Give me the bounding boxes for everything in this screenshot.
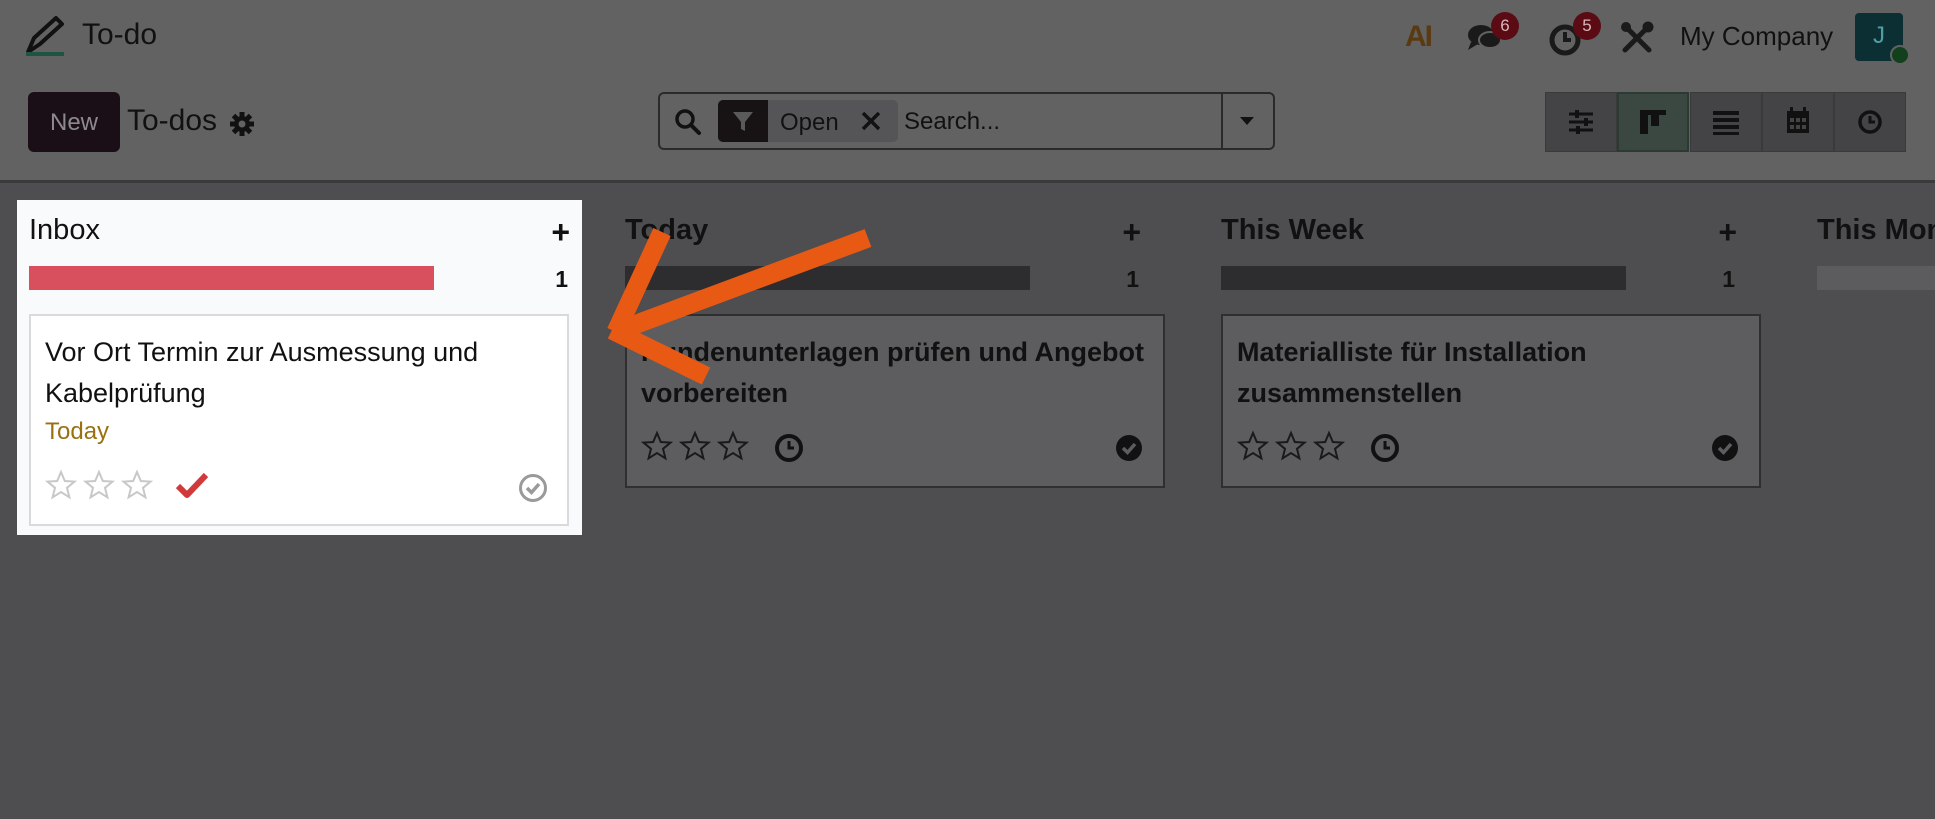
activity-view-button[interactable]: [1834, 92, 1906, 152]
column-title: This Week: [1221, 214, 1364, 246]
list-icon: [1713, 111, 1739, 135]
messages-button[interactable]: 6: [1465, 12, 1519, 58]
gear-icon[interactable]: [229, 111, 255, 137]
avatar-initial: J: [1873, 22, 1885, 49]
calendar-view-button[interactable]: [1762, 92, 1834, 152]
clock-icon[interactable]: [1369, 432, 1401, 464]
user-avatar[interactable]: J: [1855, 13, 1910, 65]
plus-icon[interactable]: +: [551, 214, 570, 251]
tools-button[interactable]: [1617, 18, 1657, 58]
check-icon[interactable]: [175, 469, 209, 501]
calendar-icon: [1787, 107, 1809, 133]
close-icon[interactable]: [858, 108, 884, 134]
filters-toggle-button[interactable]: [1545, 92, 1617, 152]
facet-filter: [718, 100, 768, 142]
kanban-card[interactable]: Vor Ort Termin zur Ausmessung und Kabelp…: [29, 314, 569, 526]
search-bar: Open: [658, 92, 1275, 150]
column-count: 1: [555, 266, 568, 292]
card-title: Materialliste für Installation zusammens…: [1237, 337, 1587, 408]
column-progress-bar[interactable]: [29, 266, 434, 290]
column-title: This Month: [1817, 214, 1935, 246]
messages-badge: 6: [1491, 12, 1519, 40]
tools-icon: [1621, 21, 1654, 53]
kanban-column-this-month: This Month: [1805, 200, 1935, 320]
top-navbar: To-do AI 6 5 My Company J: [0, 0, 1935, 76]
activities-button[interactable]: 5: [1547, 12, 1601, 58]
app-name: To-do: [82, 18, 158, 51]
star-icon[interactable]: [121, 469, 153, 501]
done-icon[interactable]: [1709, 432, 1741, 464]
caret-down-icon: [1240, 117, 1254, 125]
filter-icon: [733, 112, 753, 131]
clock-icon[interactable]: [773, 432, 805, 464]
settings-icon: [1569, 110, 1593, 134]
star-icon[interactable]: [1237, 430, 1269, 462]
card-deadline: Today: [45, 418, 110, 445]
done-icon[interactable]: [1113, 432, 1145, 464]
plus-icon[interactable]: +: [1718, 214, 1737, 251]
card-title: Vor Ort Termin zur Ausmessung und Kabelp…: [45, 337, 479, 408]
new-button[interactable]: New: [28, 92, 120, 152]
app-brand[interactable]: To-do: [24, 14, 157, 56]
facet-label: Open: [780, 109, 839, 136]
star-icon[interactable]: [641, 430, 673, 462]
star-icon[interactable]: [1275, 430, 1307, 462]
pencil-icon: [26, 16, 64, 56]
kanban-card[interactable]: Materialliste für Installation zusammens…: [1221, 314, 1761, 488]
star-icon[interactable]: [1313, 430, 1345, 462]
column-progress-bar[interactable]: [625, 266, 1030, 290]
search-facet[interactable]: Open: [718, 100, 898, 142]
company-switcher[interactable]: My Company: [1680, 21, 1833, 52]
priority-stars[interactable]: [45, 469, 153, 501]
progress-fill: [29, 266, 434, 290]
card-title: Kundenunterlagen prüfen und Angebot vorb…: [641, 337, 1144, 408]
star-icon[interactable]: [717, 430, 749, 462]
search-icon: [675, 109, 701, 135]
star-icon[interactable]: [679, 430, 711, 462]
column-title: Today: [625, 214, 709, 246]
ai-button[interactable]: AI: [1405, 20, 1433, 54]
kanban-column-inbox: Inbox + 1 Vor Ort Termin zur Ausmessung …: [17, 200, 582, 535]
priority-stars[interactable]: [1237, 430, 1345, 462]
kanban-view-button[interactable]: [1617, 92, 1689, 152]
plus-icon[interactable]: +: [1122, 214, 1141, 251]
control-panel: New To-dos Open: [0, 76, 1935, 183]
activity-icon: [1858, 110, 1882, 134]
column-count: 1: [1722, 266, 1735, 292]
priority-stars[interactable]: [641, 430, 749, 462]
column-progress-bar[interactable]: [1221, 266, 1626, 290]
star-icon[interactable]: [83, 469, 115, 501]
star-icon[interactable]: [45, 469, 77, 501]
search-options-toggle[interactable]: [1221, 94, 1273, 148]
progress-fill: [625, 266, 1030, 290]
kanban-icon: [1640, 110, 1666, 134]
column-progress-bar[interactable]: [1817, 266, 1935, 290]
presence-dot: [1890, 45, 1910, 65]
ai-label: AI: [1405, 20, 1433, 53]
kanban-card[interactable]: Kundenunterlagen prüfen und Angebot vorb…: [625, 314, 1165, 488]
done-icon[interactable]: [517, 472, 549, 504]
search-input[interactable]: [902, 100, 1236, 144]
activities-badge: 5: [1573, 12, 1601, 40]
page-title: To-dos: [127, 104, 218, 137]
column-count: 1: [1126, 266, 1139, 292]
column-title: Inbox: [29, 214, 100, 246]
list-view-button[interactable]: [1690, 92, 1762, 152]
progress-fill: [1221, 266, 1626, 290]
